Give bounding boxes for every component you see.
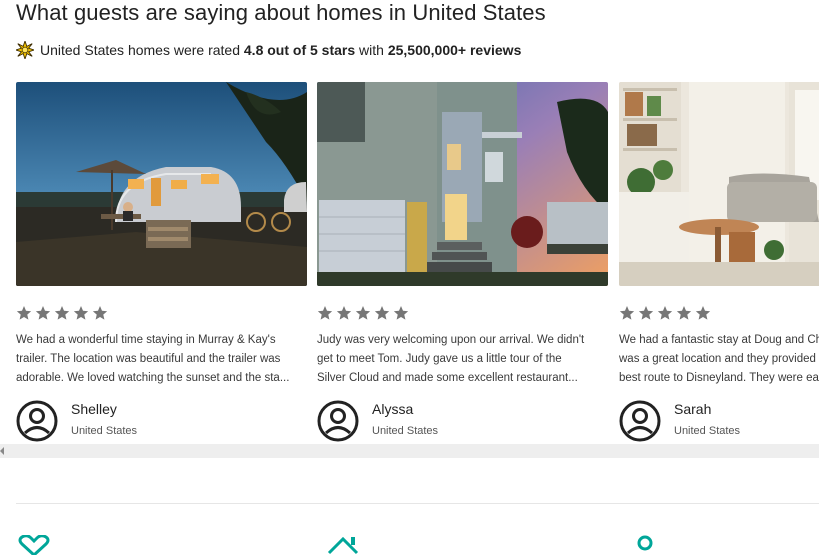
star-icon	[619, 306, 635, 320]
star-icon	[92, 306, 108, 320]
reviewer-location: United States	[674, 425, 741, 437]
page-title: What guests are saying about homes in Un…	[16, 0, 546, 25]
home-icon	[327, 536, 359, 555]
review-line: Judy was very welcoming upon our arrival…	[317, 334, 585, 346]
review-line: We had a wonderful time staying in Murra…	[16, 334, 276, 346]
user-avatar-icon	[16, 400, 58, 442]
reviewer-location: United States	[372, 425, 439, 437]
heart-icon	[18, 535, 50, 555]
star-icon	[336, 306, 352, 320]
star-icon	[73, 306, 89, 320]
review-line: trailer. The location was beautiful and …	[16, 353, 281, 365]
review-card[interactable]: We had a fantastic stay at Doug and Chr …	[619, 82, 819, 447]
review-count: 25,500,000+ reviews	[387, 42, 522, 58]
review-card[interactable]: We had a wonderful time staying in Murra…	[16, 82, 307, 447]
star-rating	[619, 305, 711, 321]
listing-photo[interactable]	[317, 82, 608, 286]
review-text: We had a wonderful time staying in Murra…	[16, 331, 298, 388]
review-line: We had a fantastic stay at Doug and Chr	[619, 334, 819, 346]
review-text: Judy was very welcoming upon our arrival…	[317, 331, 599, 388]
star-icon	[657, 306, 673, 320]
reviewer-name: Alyssa	[372, 401, 414, 417]
star-icon	[676, 306, 692, 320]
review-line: was a great location and they provided u	[619, 353, 819, 365]
star-rating	[16, 305, 108, 321]
sparkle-burst-icon	[16, 41, 34, 59]
reviewer-name: Shelley	[71, 401, 117, 417]
star-icon	[695, 306, 711, 320]
review-line: get to meet Tom. Judy gave us a little t…	[317, 353, 562, 365]
review-card[interactable]: Judy was very welcoming upon our arrival…	[317, 82, 608, 447]
review-line: best route to Disneyland. They were easy	[619, 372, 819, 384]
user-avatar-icon	[317, 400, 359, 442]
review-line: adorable. We loved watching the sunset a…	[16, 372, 290, 384]
section-divider	[16, 503, 819, 504]
horizontal-scrollbar[interactable]	[0, 444, 819, 458]
star-rating	[317, 305, 409, 321]
star-icon	[355, 306, 371, 320]
user-avatar-icon	[619, 400, 661, 442]
star-icon	[638, 306, 654, 320]
listing-photo[interactable]	[16, 82, 307, 286]
scroll-left-arrow-icon[interactable]	[0, 447, 4, 455]
review-text: We had a fantastic stay at Doug and Chr …	[619, 331, 819, 388]
review-line: Silver Cloud and made some excellent res…	[317, 372, 578, 384]
star-icon	[317, 306, 333, 320]
listing-photo[interactable]	[619, 82, 819, 286]
star-icon	[393, 306, 409, 320]
reviewer-location: United States	[71, 425, 138, 437]
reviewer-name: Sarah	[674, 401, 712, 417]
reviews-carousel[interactable]: We had a wonderful time staying in Murra…	[0, 82, 819, 447]
rating-summary: United States homes were rated 4.8 out o…	[16, 40, 521, 60]
rating-mid: with	[359, 42, 384, 58]
star-icon	[374, 306, 390, 320]
star-icon	[54, 306, 70, 320]
rating-score: 4.8 out of 5 stars	[243, 42, 356, 58]
star-icon	[16, 306, 32, 320]
rating-prefix: United States homes were rated	[40, 42, 240, 58]
user-icon	[637, 535, 653, 551]
star-icon	[35, 306, 51, 320]
